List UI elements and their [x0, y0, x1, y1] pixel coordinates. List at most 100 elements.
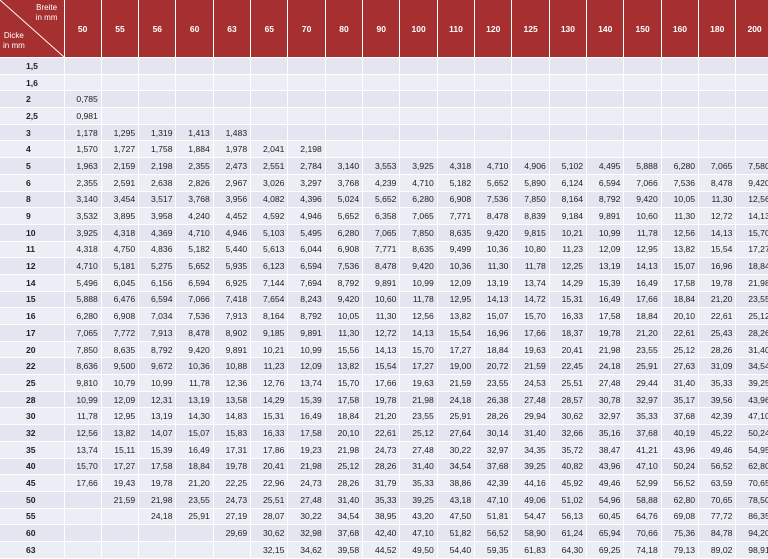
- weight-cell: 8,636: [64, 357, 102, 376]
- table-row: 9 3,532 3,895 3,958 4,240 4,452 4,592 4,946 5,65…: [0, 207, 768, 225]
- weight-cell: 54,40: [437, 541, 476, 559]
- weight-cell: 12,09: [437, 274, 476, 292]
- thickness-label: 63: [0, 541, 65, 559]
- weight-cell: 10,21: [549, 223, 588, 242]
- weight-cell: 4,750: [101, 241, 140, 259]
- weight-cell: 8,478: [474, 207, 513, 225]
- weight-cell: 4,946: [287, 207, 326, 225]
- thickness-label: 25: [0, 374, 65, 392]
- weight-cell: [250, 124, 289, 142]
- weight-cell: 31,40: [735, 341, 768, 359]
- weight-cell: 6,124: [549, 174, 588, 192]
- weight-cell: 12,09: [586, 241, 625, 259]
- weight-cell: 8,478: [175, 324, 214, 342]
- dicke-text: Dicke: [3, 31, 24, 40]
- weight-cell: 61,24: [549, 524, 588, 542]
- weight-cell: [698, 140, 737, 159]
- weight-cell: 4,318: [101, 223, 140, 242]
- weight-cell: 3,532: [64, 207, 102, 225]
- weight-cell: 5,181: [101, 257, 140, 275]
- weight-cell: 64,76: [623, 508, 662, 526]
- weight-cell: 19,23: [287, 441, 326, 459]
- weight-cell: 23,55: [735, 291, 768, 309]
- weight-cell: 6,925: [213, 274, 252, 292]
- weight-cell: 2,198: [287, 140, 326, 159]
- weight-cell: [437, 140, 476, 159]
- table-row: 4 1,570 1,727 1,758 1,884 1,978 2,041 2,198: [0, 140, 768, 159]
- breite-unit: in mm: [35, 13, 58, 22]
- weight-cell: 15,70: [325, 374, 364, 392]
- weight-cell: 19,78: [586, 324, 625, 342]
- weight-cell: 7,536: [325, 257, 364, 275]
- weight-cell: [213, 107, 252, 125]
- weight-cell: 49,50: [399, 541, 438, 559]
- weight-cell: 15,54: [437, 324, 476, 342]
- weight-cell: [735, 124, 768, 142]
- weight-cell: 32,15: [250, 541, 289, 559]
- weight-cell: 10,36: [437, 257, 476, 275]
- weight-cell: 7,580: [735, 157, 768, 175]
- weight-cell: 20,10: [325, 424, 364, 442]
- weight-cell: 3,925: [64, 223, 102, 242]
- weight-cell: 69,25: [586, 541, 625, 559]
- weight-cell: 5,888: [623, 157, 662, 175]
- weight-cell: 10,99: [399, 274, 438, 292]
- weight-cell: [64, 541, 102, 559]
- weight-cell: [362, 140, 401, 159]
- weight-cell: [437, 57, 476, 75]
- thickness-label: 1,5: [0, 57, 65, 75]
- weight-cell: 2,967: [213, 174, 252, 192]
- weight-cell: 21,98: [586, 341, 625, 359]
- weight-cell: 20,10: [661, 307, 700, 325]
- weight-cell: 0,785: [64, 90, 102, 109]
- weight-cell: 34,54: [735, 357, 768, 376]
- thickness-label: 2: [0, 90, 65, 109]
- table-row: 5 1,963 2,159 2,198 2,355 2,473 2,551 2,784 3,14…: [0, 157, 768, 175]
- weight-cell: 19,63: [511, 341, 550, 359]
- weight-cell: [549, 57, 588, 75]
- weight-cell: 8,164: [549, 191, 588, 209]
- weight-cell: [511, 124, 550, 142]
- weight-cell: 43,96: [661, 441, 700, 459]
- weight-cell: [325, 57, 364, 75]
- weight-cell: 13,82: [661, 241, 700, 259]
- weight-cell: 28,26: [735, 324, 768, 342]
- weight-cell: 30,22: [287, 508, 326, 526]
- width-header: 90: [362, 0, 401, 58]
- weight-cell: 35,33: [698, 374, 737, 392]
- weight-cell: [549, 124, 588, 142]
- weight-cell: 4,495: [586, 157, 625, 175]
- weight-cell: [325, 74, 364, 92]
- weight-cell: 35,33: [399, 474, 438, 492]
- weight-cell: [399, 57, 438, 75]
- weight-cell: [362, 107, 401, 125]
- weight-cell: 15,39: [287, 390, 326, 409]
- weight-cell: 7,536: [661, 174, 700, 192]
- weight-cell: 5,652: [175, 257, 214, 275]
- weight-cell: 5,652: [362, 191, 401, 209]
- weight-cell: [735, 57, 768, 75]
- weight-cell: [661, 74, 700, 92]
- weight-cell: [138, 74, 177, 92]
- weight-cell: 4,710: [474, 157, 513, 175]
- weight-cell: 49,46: [586, 474, 625, 492]
- weight-cell: 31,40: [511, 424, 550, 442]
- weight-cell: [101, 57, 140, 75]
- weight-cell: 1,483: [213, 124, 252, 142]
- weight-cell: 15,39: [138, 441, 177, 459]
- weight-cell: 16,49: [175, 441, 214, 459]
- weight-cell: 12,56: [735, 191, 768, 209]
- weight-cell: [511, 57, 550, 75]
- weight-cell: [474, 140, 513, 159]
- weight-cell: 1,978: [213, 140, 252, 159]
- weight-cell: 44,16: [511, 474, 550, 492]
- weight-cell: 94,20: [735, 524, 768, 542]
- weight-cell: 29,44: [623, 374, 662, 392]
- weight-cell: 2,159: [101, 157, 140, 175]
- weight-cell: [175, 541, 214, 559]
- weight-cell: 10,99: [138, 374, 177, 392]
- weight-cell: [586, 74, 625, 92]
- weight-cell: [586, 107, 625, 125]
- weight-cell: 21,59: [101, 491, 140, 509]
- weight-cell: 13,74: [287, 374, 326, 392]
